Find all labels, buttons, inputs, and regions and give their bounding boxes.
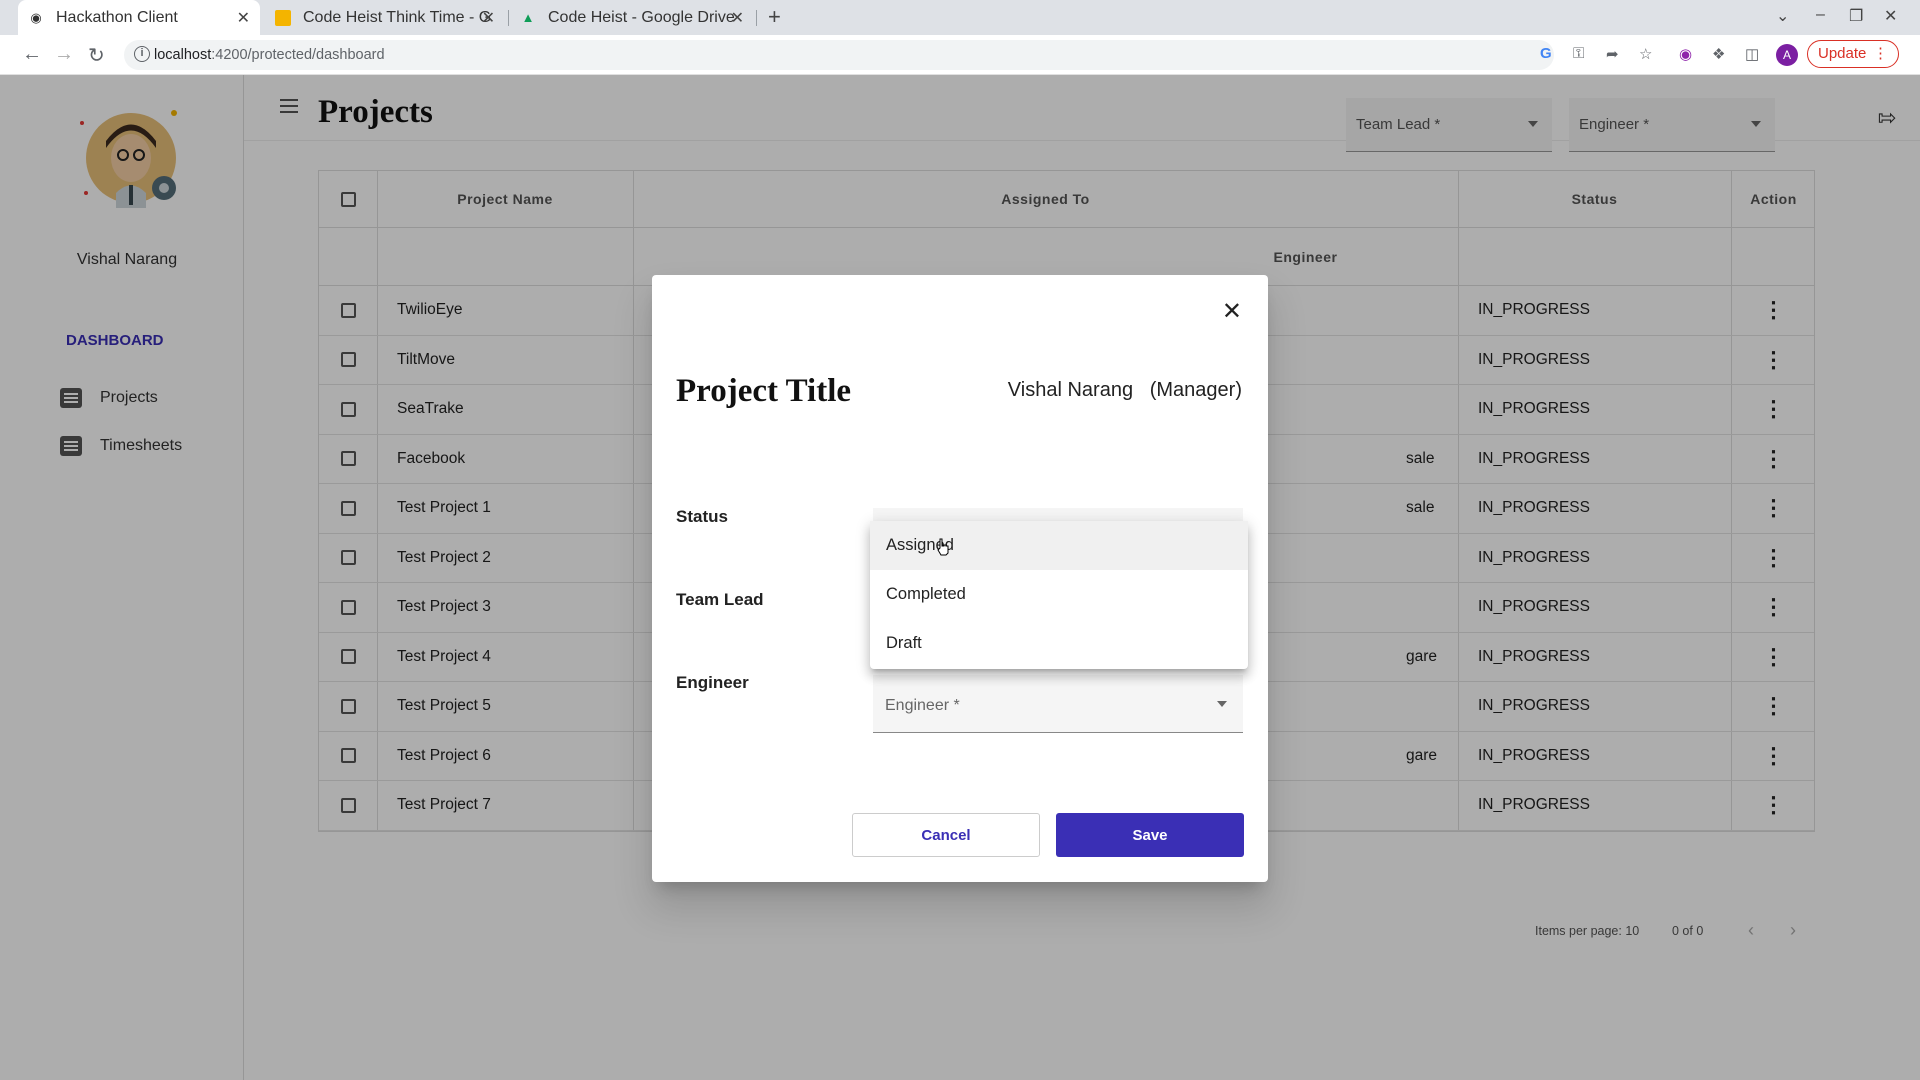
more-menu-icon: ⋮	[1873, 45, 1888, 62]
engineer-select[interactable]: Engineer *	[873, 675, 1243, 733]
bookmark-star-icon[interactable]: ☆	[1639, 45, 1652, 63]
tab-close-icon[interactable]: ✕	[482, 8, 495, 28]
tab-title: Code Heist - Google Drive	[548, 8, 735, 26]
minimize-icon[interactable]: –	[1816, 6, 1825, 24]
tab-code-heist-drive[interactable]: ▲ Code Heist - Google Drive ✕	[510, 0, 754, 35]
update-label: Update	[1818, 45, 1867, 62]
share-icon[interactable]: ➦	[1606, 45, 1619, 63]
drive-icon: ▲	[521, 10, 535, 25]
tab-search-icon[interactable]: ⌄	[1776, 6, 1789, 26]
status-option-assigned[interactable]: Assigned	[870, 521, 1248, 570]
key-icon[interactable]: ⚿	[1573, 45, 1584, 62]
site-info-icon[interactable]: i	[134, 46, 150, 62]
tab-close-icon[interactable]: ✕	[237, 8, 250, 28]
status-label: Status	[676, 507, 728, 526]
slides-icon	[275, 9, 291, 26]
tab-divider	[508, 10, 509, 26]
update-button[interactable]: Update ⋮	[1807, 40, 1899, 68]
reload-icon[interactable]: ↻	[88, 43, 105, 68]
tab-title: Hackathon Client	[56, 8, 178, 26]
chevron-down-icon	[1217, 701, 1227, 707]
tab-title: Code Heist Think Time - G	[303, 8, 492, 26]
tab-code-heist-think-time[interactable]: Code Heist Think Time - G ✕	[265, 0, 505, 35]
close-icon[interactable]: ✕	[1222, 297, 1242, 326]
side-panel-icon[interactable]: ◫	[1745, 45, 1759, 63]
new-tab-icon[interactable]: +	[768, 4, 781, 30]
tab-divider	[756, 10, 757, 26]
engineer-label: Engineer	[676, 673, 749, 692]
extension-color-icon[interactable]: ◉	[1679, 45, 1692, 63]
browser-tab-bar: ◉ Hackathon Client ✕ Code Heist Think Ti…	[0, 0, 1920, 35]
save-button[interactable]: Save	[1056, 813, 1244, 857]
status-option-draft[interactable]: Draft	[870, 619, 1248, 668]
extensions-puzzle-icon[interactable]: ❖	[1712, 45, 1725, 63]
window-close-icon[interactable]: ✕	[1884, 6, 1897, 26]
restore-icon[interactable]: ❐	[1849, 6, 1863, 26]
tab-close-icon[interactable]: ✕	[731, 8, 744, 28]
back-icon[interactable]: ←	[22, 43, 42, 66]
address-bar[interactable]: i localhost:4200/protected/dashboard	[124, 40, 1554, 70]
status-option-completed[interactable]: Completed	[870, 570, 1248, 619]
dialog-manager: Vishal Narang (Manager)	[1007, 379, 1242, 401]
google-icon[interactable]: G	[1540, 45, 1552, 62]
url-text: localhost:4200/protected/dashboard	[154, 47, 385, 63]
forward-icon[interactable]: →	[54, 43, 74, 66]
profile-avatar-icon[interactable]: A	[1776, 44, 1798, 66]
browser-toolbar: ← → ↻ i localhost:4200/protected/dashboa…	[0, 35, 1920, 75]
engineer-select-placeholder: Engineer *	[885, 697, 960, 714]
dialog-title: Project Title	[676, 373, 852, 409]
team-lead-label: Team Lead	[676, 590, 764, 609]
hand-cursor-icon	[937, 538, 949, 556]
status-options-panel: Assigned Completed Draft	[870, 521, 1248, 669]
cancel-button[interactable]: Cancel	[852, 813, 1040, 857]
tab-hackathon-client[interactable]: ◉ Hackathon Client ✕	[18, 0, 260, 35]
globe-icon: ◉	[30, 9, 42, 25]
